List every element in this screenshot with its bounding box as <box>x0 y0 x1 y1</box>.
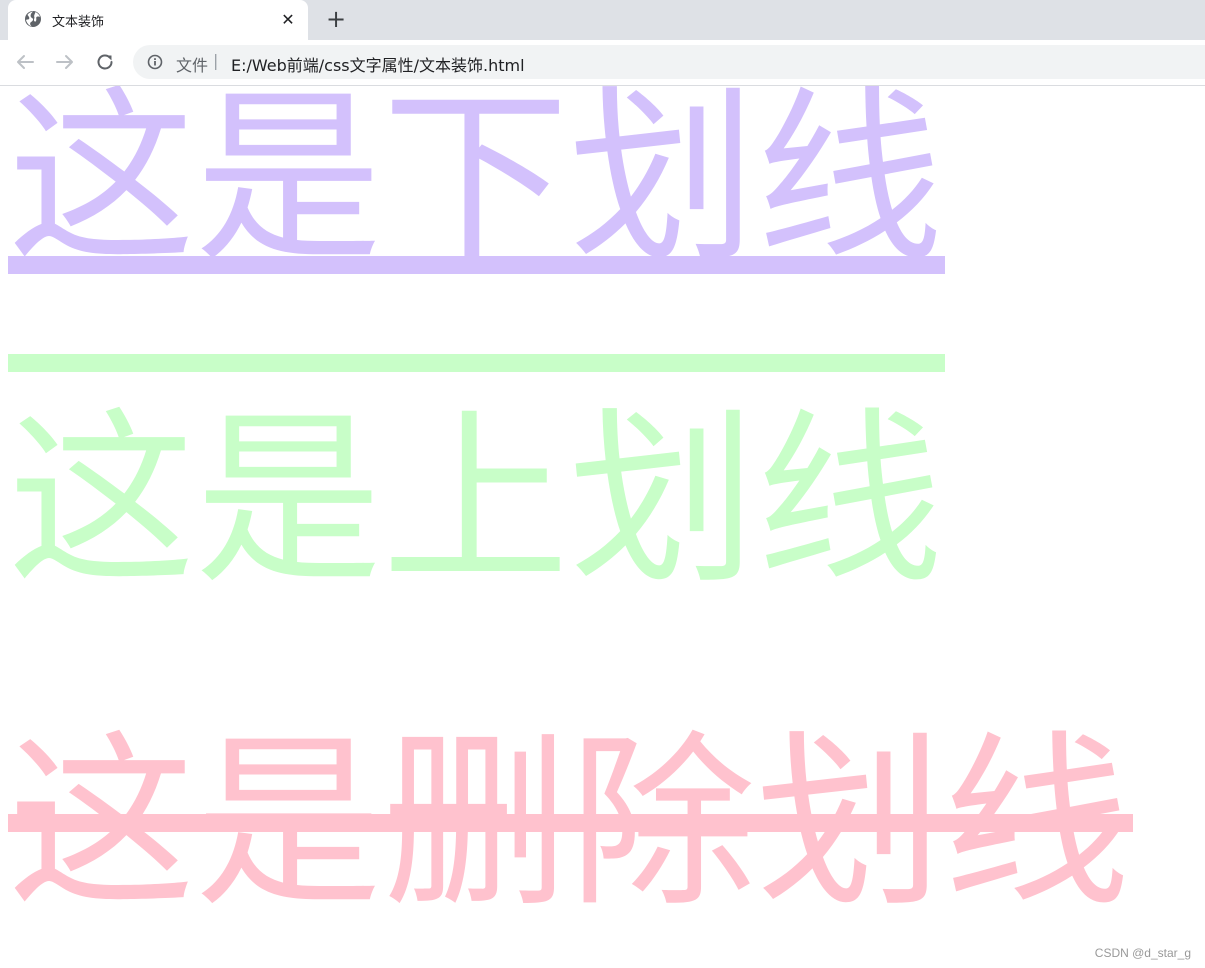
tab-strip: 文本装饰 ✕ + <box>0 0 1205 40</box>
toolbar: 文件 | E:/Web前端/css文字属性/文本装饰.html <box>0 40 1205 86</box>
underline-bar <box>8 256 945 274</box>
back-arrow-icon[interactable] <box>13 50 37 74</box>
forward-arrow-icon[interactable] <box>53 50 77 74</box>
page-content: 这是下划线 这是上划线 这是删除划线 <box>0 86 1205 968</box>
info-icon[interactable] <box>147 54 163 70</box>
browser-window: 文本装饰 ✕ + 文件 | E:/Web前端/css文字属性/文本装饰.html… <box>0 0 1205 968</box>
globe-icon <box>24 10 42 28</box>
overline-bar <box>8 354 945 372</box>
url-text[interactable]: E:/Web前端/css文字属性/文本装饰.html <box>231 52 525 76</box>
overline-text: 这是上划线 <box>8 392 944 610</box>
linethrough-bar <box>8 814 1133 832</box>
new-tab-button[interactable]: + <box>323 6 349 32</box>
address-bar[interactable]: 文件 | E:/Web前端/css文字属性/文本装饰.html <box>133 45 1205 79</box>
close-icon[interactable]: ✕ <box>278 9 298 29</box>
url-separator: | <box>213 51 219 70</box>
tab-title: 文本装饰 <box>52 15 105 30</box>
reload-icon[interactable] <box>93 50 117 74</box>
csdn-watermark: CSDN @d_star_g <box>1094 946 1191 960</box>
url-scheme-label: 文件 <box>176 56 209 75</box>
tab-text-decoration[interactable]: 文本装饰 ✕ <box>8 0 308 40</box>
underline-text: 这是下划线 <box>8 86 944 288</box>
